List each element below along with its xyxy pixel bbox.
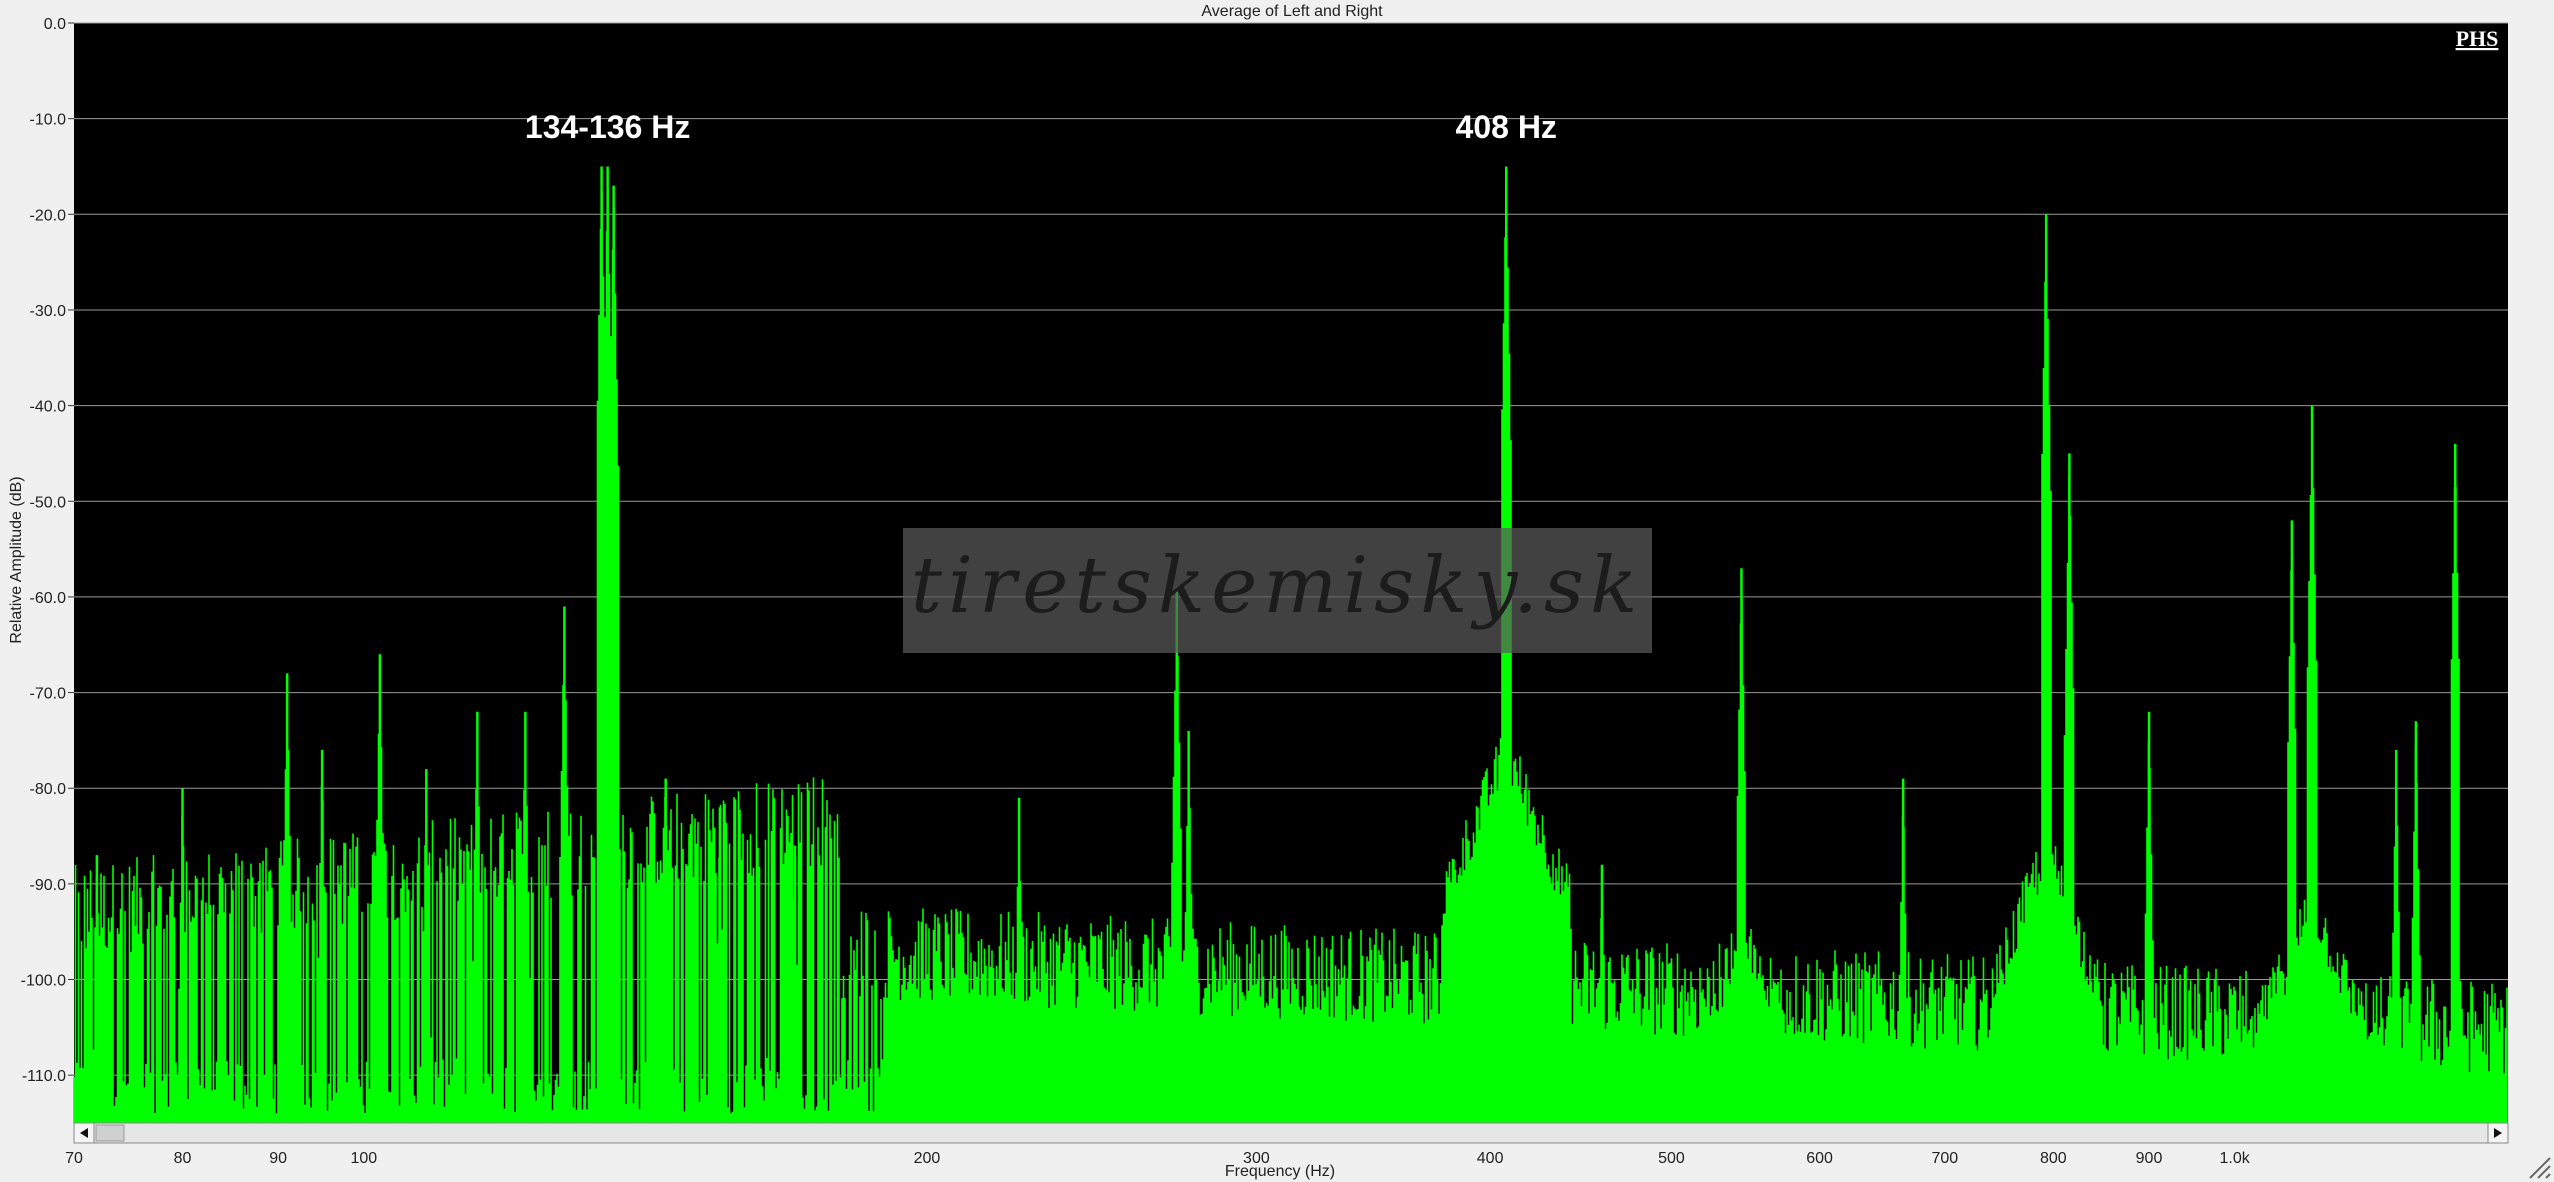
peak-annotation: 408 Hz — [1456, 109, 1557, 145]
y-tick-label: -80.0 — [30, 781, 67, 798]
x-tick-label: 200 — [914, 1150, 941, 1167]
y-tick-label: -60.0 — [30, 590, 67, 607]
chart-title: Average of Left and Right — [1201, 3, 1383, 20]
x-tick-label: 500 — [1658, 1150, 1685, 1167]
scrollbar-thumb[interactable] — [95, 1124, 125, 1142]
y-tick-label: -30.0 — [30, 303, 67, 320]
peak-annotation: 134-136 Hz — [525, 109, 690, 145]
y-tick-label: -20.0 — [30, 207, 67, 224]
x-tick-label: 100 — [350, 1150, 377, 1167]
y-tick-label: -70.0 — [30, 686, 67, 703]
y-tick-label: -50.0 — [30, 494, 67, 511]
x-tick-label: 90 — [269, 1150, 287, 1167]
resize-grip-icon[interactable] — [2529, 1157, 2551, 1179]
x-tick-label: 800 — [2040, 1150, 2067, 1167]
watermark-text: tiretskemisky.sk — [911, 541, 1644, 631]
y-tick-label: -100.0 — [21, 973, 66, 990]
horizontal-scrollbar[interactable] — [73, 1122, 2509, 1144]
spectrum-chart: Average of Left and Right 0.0 -10.0 -20.0 -… — [8, 3, 2551, 1180]
x-tick-label: 1.0k — [2219, 1150, 2250, 1167]
x-tick-label: 400 — [1477, 1150, 1504, 1167]
x-tick-label: 700 — [1931, 1150, 1958, 1167]
x-tick-label: 600 — [1806, 1150, 1833, 1167]
y-tick-label: -110.0 — [22, 1068, 66, 1085]
y-axis: 0.0 -10.0 -20.0 -30.0 -40.0 -50.0 -60.0 -70.0 -8… — [21, 16, 74, 1085]
x-tick-label: 900 — [2136, 1150, 2163, 1167]
y-tick-label: 0.0 — [44, 16, 66, 33]
y-axis-label: Relative Amplitude (dB) — [8, 476, 25, 643]
y-tick-label: -90.0 — [30, 877, 67, 894]
x-tick-label: 70 — [65, 1150, 83, 1167]
x-axis-label: Frequency (Hz) — [1225, 1163, 1335, 1180]
y-tick-label: -10.0 — [30, 112, 67, 129]
scroll-right-button[interactable] — [2487, 1122, 2509, 1144]
x-tick-label: 80 — [174, 1150, 192, 1167]
y-tick-label: -40.0 — [30, 399, 67, 416]
scroll-left-button[interactable] — [73, 1122, 95, 1144]
brand-logo: PHS — [2456, 26, 2499, 51]
